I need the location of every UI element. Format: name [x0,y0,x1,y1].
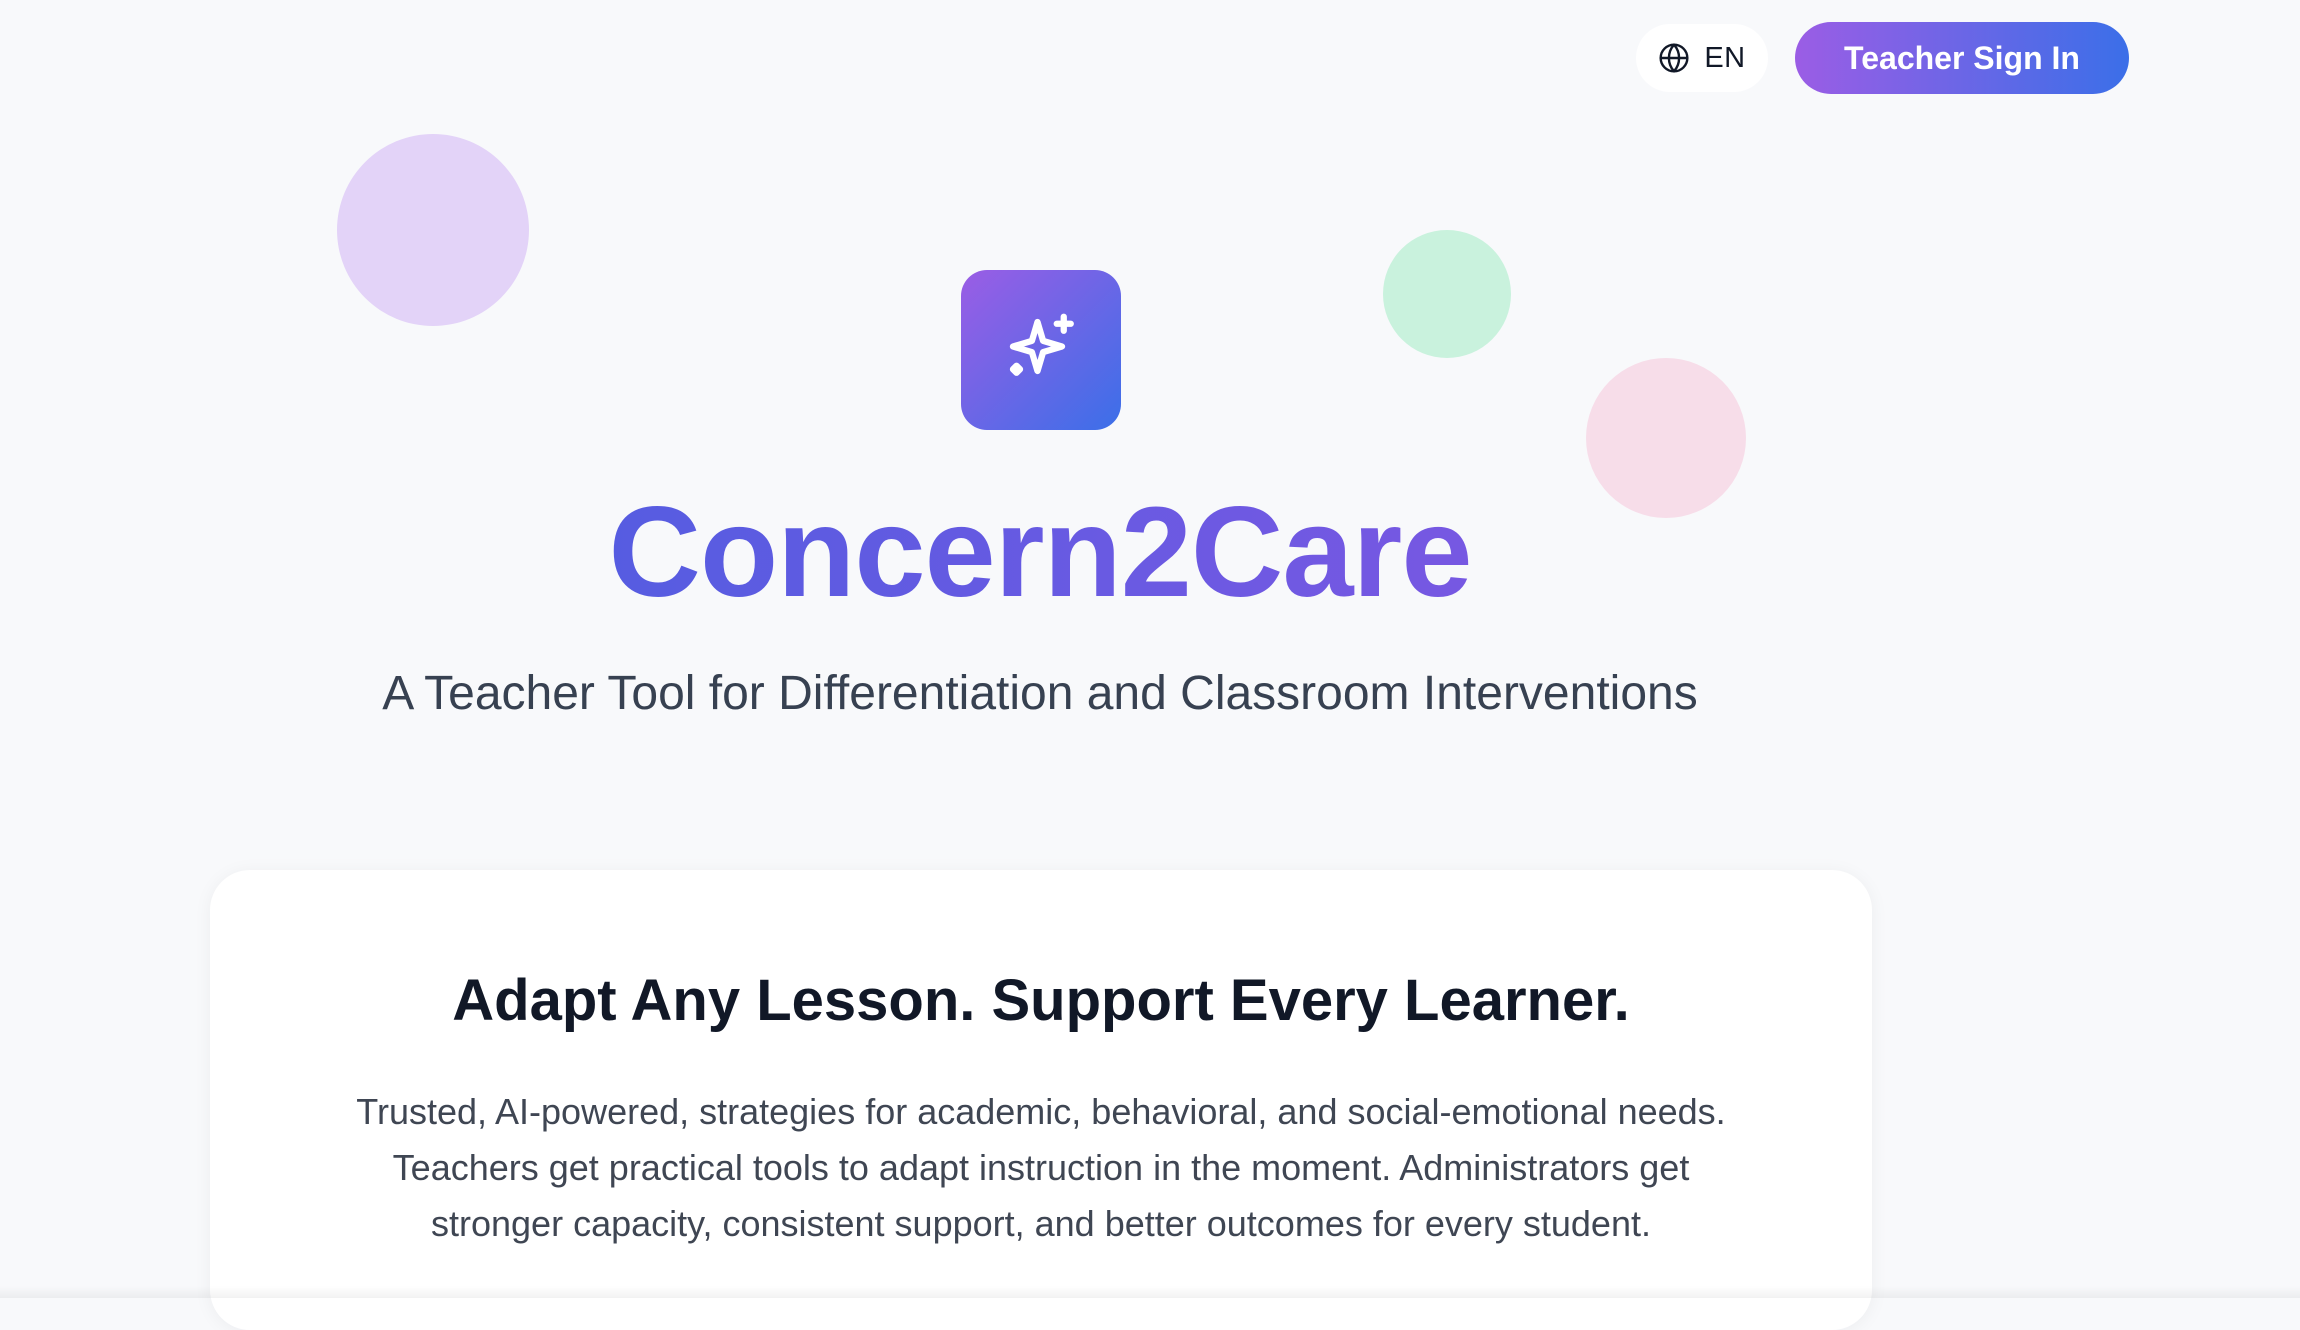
sparkles-icon [999,308,1083,392]
app-tagline: A Teacher Tool for Differentiation and C… [382,667,1698,720]
card-body: Trusted, AI-powered, strategies for acad… [290,1084,1792,1252]
card-body-line: Trusted, AI-powered, strategies for acad… [356,1091,1726,1132]
decorative-circle-purple [337,134,529,326]
card-body-line: stronger capacity, consistent support, a… [431,1203,1651,1244]
app-logo [961,270,1121,430]
language-selector[interactable]: EN [1636,24,1768,92]
teacher-sign-in-button[interactable]: Teacher Sign In [1795,22,2129,94]
language-label: EN [1704,41,1746,74]
app-title: Concern2Care [0,478,2080,628]
viewport-edge [0,1286,2300,1298]
decorative-circle-green [1383,230,1511,358]
card-heading: Adapt Any Lesson. Support Every Learner. [452,968,1630,1033]
card-body-line: Teachers get practical tools to adapt in… [392,1147,1690,1188]
intro-card: Adapt Any Lesson. Support Every Learner.… [210,870,1872,1330]
globe-icon [1658,42,1690,74]
